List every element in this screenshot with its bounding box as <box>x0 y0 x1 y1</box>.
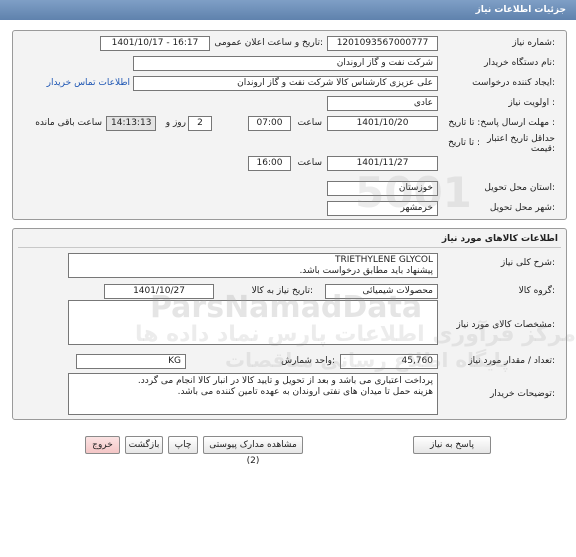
reply-button[interactable]: پاسخ به نیاز <box>413 436 491 454</box>
province-label: استان محل تحویل: <box>484 183 555 193</box>
deadline-date-field: 1401/10/20 <box>327 116 438 131</box>
buyer-name-label: نام دستگاه خریدار: <box>484 58 555 68</box>
deadline-time-field: 07:00 <box>248 116 291 131</box>
summary-field: TRIETHYLENE GLYCOL پیشنهاد باید مطابق در… <box>68 253 438 278</box>
print-button[interactable]: چاپ <box>168 436 198 454</box>
goods-group-label: گروه کالا: <box>518 286 555 296</box>
deadline-time-label: ساعت <box>297 118 323 128</box>
buyer-contact-link[interactable]: اطلاعات تماس خریدار <box>40 78 130 88</box>
goods-section-title: اطلاعات کالاهای مورد نیاز <box>441 234 558 244</box>
specs-field <box>68 300 438 345</box>
announce-date-field: 1401/10/17 - 16:17 <box>100 36 210 51</box>
need-date-field: 1401/10/27 <box>104 284 214 299</box>
summary-line-1: TRIETHYLENE GLYCOL <box>334 255 433 265</box>
request-number-field: 1201093567000777 <box>327 36 438 51</box>
attachments-button[interactable]: مشاهده مدارک پیوستی (2) <box>203 436 303 466</box>
validity-time-label: ساعت <box>297 158 323 168</box>
city-field: خرمشهر <box>327 201 438 216</box>
validity-label-line2: قیمت: <box>530 144 555 154</box>
validity-to-label: تا تاریخ : <box>448 138 480 148</box>
announce-date-label: تاریخ و ساعت اعلان عمومی: <box>214 38 323 48</box>
buyer-notes-field: پرداخت اعتباری می باشد و بعد از تحویل و … <box>68 373 438 415</box>
buyer-notes-line-2: هزینه حمل تا میدان های نفتی اروندان به ع… <box>177 387 433 397</box>
priority-field: عادی <box>327 96 438 111</box>
window-title-bar: جزئیات اطلاعات نیاز <box>0 0 576 20</box>
remaining-days-label: روز و <box>165 118 186 128</box>
province-field: خوزستان <box>327 181 438 196</box>
need-date-label: تاریخ نیاز به کالا: <box>251 286 313 296</box>
summary-label: شرح کلی نیاز: <box>500 258 555 268</box>
remaining-time-field: 14:13:13 <box>106 116 156 131</box>
back-button[interactable]: بازگشت <box>125 436 163 454</box>
quantity-field: 45,760 <box>340 354 438 369</box>
exit-button[interactable]: خروج <box>85 436 120 454</box>
deadline-label: مهلت ارسال پاسخ: تا تاریخ : <box>448 118 555 128</box>
unit-label: واحد شمارش: <box>281 356 335 366</box>
goods-section-divider <box>18 247 561 248</box>
validity-time-field: 16:00 <box>248 156 291 171</box>
priority-label: اولویت نیاز : <box>508 98 555 108</box>
buyer-notes-line-1: پرداخت اعتباری می باشد و بعد از تحویل و … <box>137 376 433 386</box>
buyer-name-field: شرکت نفت و گاز اروندان <box>133 56 438 71</box>
remaining-days-field: 2 <box>188 116 212 131</box>
window-title: جزئیات اطلاعات نیاز <box>475 5 566 15</box>
validity-date-field: 1401/11/27 <box>327 156 438 171</box>
summary-line-2: پیشنهاد باید مطابق درخواست باشد. <box>299 266 433 276</box>
city-label: شهر محل تحویل: <box>489 203 555 213</box>
goods-group-field: محصولات شیمیائی <box>325 284 438 299</box>
specs-label: مشخصات کالای مورد نیاز: <box>456 320 555 330</box>
creator-label: ایجاد کننده درخواست: <box>472 78 555 88</box>
quantity-label: تعداد / مقدار مورد نیاز: <box>468 356 555 366</box>
validity-label-line1: حداقل تاریخ اعتبار <box>487 134 555 144</box>
buyer-notes-label: توضیحات خریدار: <box>489 389 555 399</box>
request-number-label: شماره نیاز: <box>512 38 555 48</box>
unit-field: KG <box>76 354 186 369</box>
remaining-time-label: ساعت باقی مانده <box>35 118 102 128</box>
creator-field: علی عزیزی کارشناس کالا شرکت نفت و گاز ار… <box>133 76 438 91</box>
